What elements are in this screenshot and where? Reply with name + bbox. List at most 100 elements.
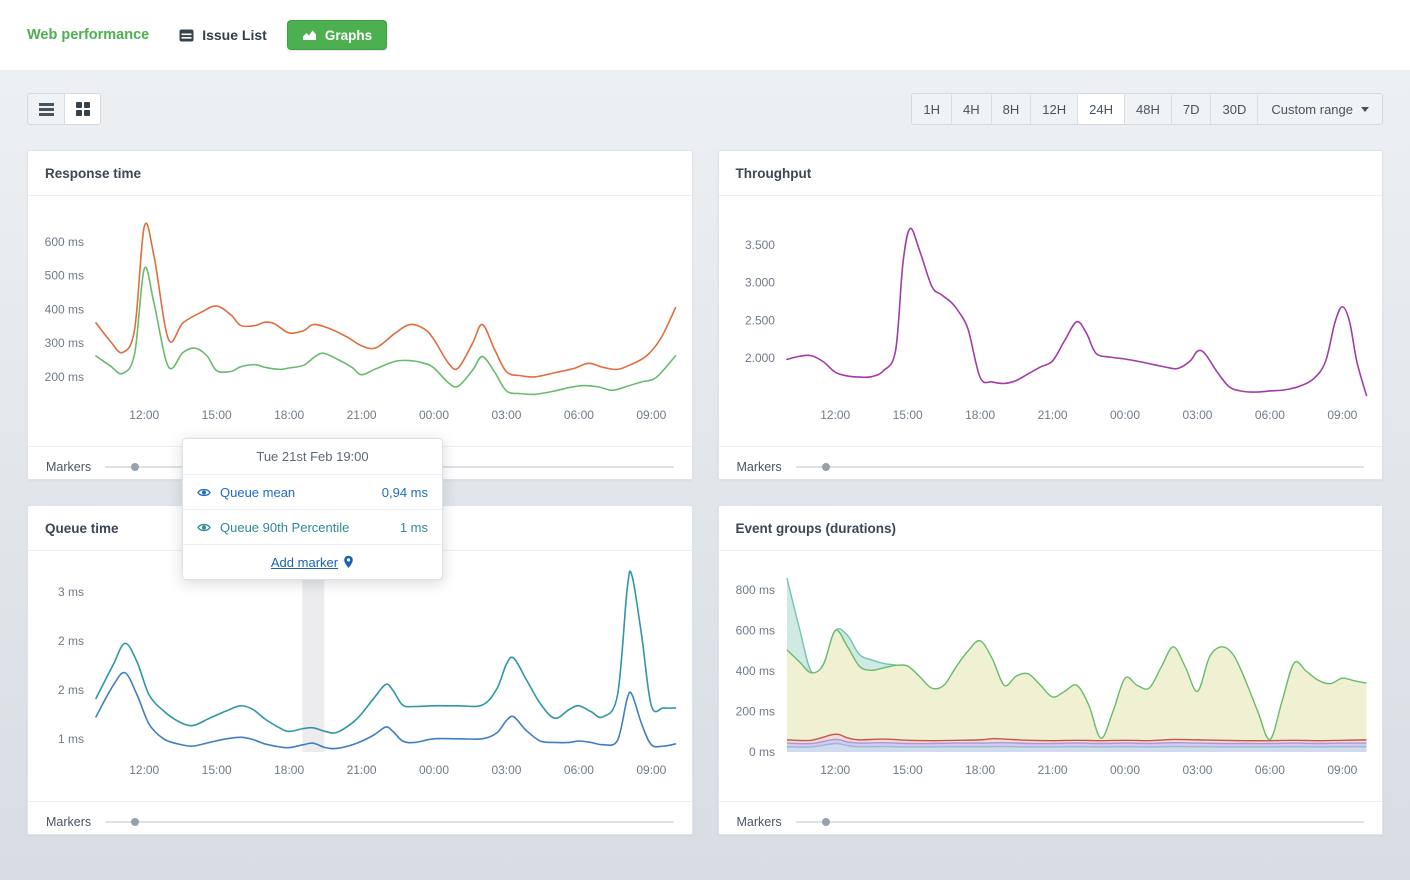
chevron-down-icon xyxy=(1361,107,1369,112)
panel-title: Throughput xyxy=(719,151,1383,196)
panel-event-groups: Event groups (durations) 800 ms600 ms400… xyxy=(718,505,1384,835)
range-button-48H[interactable]: 48H xyxy=(1124,94,1171,124)
view-toggle-group xyxy=(27,93,101,125)
throughput-svg: 3.5003.0002.5002.00012:0015:0018:0021:00… xyxy=(719,201,1383,441)
x-tick-label: 21:00 xyxy=(347,408,377,422)
markers-slider[interactable] xyxy=(796,466,1364,468)
response-time-chart[interactable]: 600 ms500 ms400 ms300 ms200 ms12:0015:00… xyxy=(28,196,692,446)
panel-title: Event groups (durations) xyxy=(719,506,1383,551)
tooltip-row-queue-90th: Queue 90th Percentile 1 ms xyxy=(183,510,442,545)
nav-issue-list[interactable]: Issue List xyxy=(179,27,267,43)
tooltip-footer: Add marker xyxy=(183,545,442,579)
hover-highlight-band xyxy=(302,566,324,752)
x-tick-label: 03:00 xyxy=(1182,408,1212,422)
x-tick-label: 15:00 xyxy=(202,408,232,422)
y-tick-label: 2 ms xyxy=(58,634,84,648)
y-tick-label: 200 ms xyxy=(735,705,774,719)
event-groups-chart[interactable]: 800 ms600 ms400 ms200 ms0 ms12:0015:0018… xyxy=(719,551,1383,801)
markers-row: Markers xyxy=(719,446,1383,486)
x-tick-label: 12:00 xyxy=(820,408,850,422)
range-button-24H[interactable]: 24H xyxy=(1077,94,1124,124)
marker-dot[interactable] xyxy=(131,818,139,826)
x-tick-label: 18:00 xyxy=(965,408,995,422)
tooltip-series-label: Queue 90th Percentile xyxy=(220,520,349,535)
x-tick-label: 03:00 xyxy=(1182,763,1212,777)
x-tick-label: 00:00 xyxy=(419,763,449,777)
x-tick-label: 21:00 xyxy=(1037,763,1067,777)
issue-list-label: Issue List xyxy=(202,27,267,43)
x-tick-label: 06:00 xyxy=(564,763,594,777)
x-tick-label: 00:00 xyxy=(1110,408,1140,422)
x-tick-label: 00:00 xyxy=(419,408,449,422)
custom-range-button[interactable]: Custom range xyxy=(1257,94,1382,124)
x-tick-label: 00:00 xyxy=(1110,763,1140,777)
panel-title: Response time xyxy=(28,151,692,196)
x-tick-label: 12:00 xyxy=(129,763,159,777)
map-pin-icon xyxy=(343,555,354,569)
markers-row: Markers xyxy=(719,801,1383,841)
x-tick-label: 09:00 xyxy=(636,763,666,777)
y-tick-label: 300 ms xyxy=(45,336,84,350)
markers-slider[interactable] xyxy=(105,821,673,823)
markers-label: Markers xyxy=(737,815,782,829)
y-tick-label: 2.000 xyxy=(744,351,774,365)
y-tick-label: 1 ms xyxy=(58,732,84,746)
throughput-chart[interactable]: 3.5003.0002.5002.00012:0015:0018:0021:00… xyxy=(719,196,1383,446)
tooltip-row-queue-mean: Queue mean 0,94 ms xyxy=(183,475,442,510)
x-tick-label: 12:00 xyxy=(129,408,159,422)
y-tick-label: 0 ms xyxy=(748,745,774,759)
tooltip-series-value: 1 ms xyxy=(400,520,428,535)
panel-throughput: Throughput 3.5003.0002.5002.00012:0015:0… xyxy=(718,150,1384,480)
eye-icon[interactable] xyxy=(197,487,211,498)
y-tick-label: 2.500 xyxy=(744,313,774,327)
response-time-svg: 600 ms500 ms400 ms300 ms200 ms12:0015:00… xyxy=(28,201,692,441)
nav-graphs-button[interactable]: Graphs xyxy=(287,20,387,50)
time-range-group: 1H4H8H12H24H48H7D30DCustom range xyxy=(911,93,1383,125)
eye-icon[interactable] xyxy=(197,522,211,533)
list-view-button[interactable] xyxy=(28,94,64,124)
band-yellow-area xyxy=(786,630,1366,752)
queue-time-svg: 3 ms2 ms2 ms1 ms12:0015:0018:0021:0000:0… xyxy=(28,556,692,796)
y-tick-label: 3 ms xyxy=(58,585,84,599)
y-tick-label: 600 ms xyxy=(45,235,84,249)
x-tick-label: 18:00 xyxy=(274,408,304,422)
x-tick-label: 06:00 xyxy=(1254,408,1284,422)
range-button-1H[interactable]: 1H xyxy=(912,94,951,124)
range-button-12H[interactable]: 12H xyxy=(1030,94,1077,124)
x-tick-label: 18:00 xyxy=(965,763,995,777)
x-tick-label: 03:00 xyxy=(491,763,521,777)
range-button-30D[interactable]: 30D xyxy=(1210,94,1257,124)
response-upper-line xyxy=(96,223,676,377)
y-tick-label: 800 ms xyxy=(735,583,774,597)
x-tick-label: 15:00 xyxy=(892,408,922,422)
tooltip-series-label: Queue mean xyxy=(220,485,295,500)
y-tick-label: 400 ms xyxy=(45,302,84,316)
markers-label: Markers xyxy=(737,460,782,474)
markers-row: Markers xyxy=(28,801,692,841)
x-tick-label: 09:00 xyxy=(636,408,666,422)
range-button-8H[interactable]: 8H xyxy=(991,94,1031,124)
add-marker-link[interactable]: Add marker xyxy=(271,555,338,570)
marker-dot[interactable] xyxy=(822,463,830,471)
x-tick-label: 12:00 xyxy=(820,763,850,777)
graphs-chart-icon xyxy=(302,29,317,41)
y-tick-label: 3.000 xyxy=(744,276,774,290)
range-button-7D[interactable]: 7D xyxy=(1171,94,1211,124)
grid-view-button[interactable] xyxy=(64,94,100,124)
marker-dot[interactable] xyxy=(822,818,830,826)
range-button-4H[interactable]: 4H xyxy=(951,94,991,124)
x-tick-label: 09:00 xyxy=(1327,763,1357,777)
queue-time-chart[interactable]: 3 ms2 ms2 ms1 ms12:0015:0018:0021:0000:0… xyxy=(28,551,692,801)
x-tick-label: 21:00 xyxy=(1037,408,1067,422)
app-title[interactable]: Web performance xyxy=(27,27,149,43)
grid-view-icon xyxy=(76,102,90,116)
y-tick-label: 2 ms xyxy=(58,683,84,697)
x-tick-label: 15:00 xyxy=(202,763,232,777)
issue-list-icon xyxy=(179,29,194,42)
x-tick-label: 03:00 xyxy=(491,408,521,422)
markers-slider[interactable] xyxy=(796,821,1364,823)
y-tick-label: 500 ms xyxy=(45,269,84,283)
y-tick-label: 400 ms xyxy=(735,664,774,678)
top-nav: Web performance Issue List Graphs xyxy=(0,0,1410,70)
marker-dot[interactable] xyxy=(131,463,139,471)
